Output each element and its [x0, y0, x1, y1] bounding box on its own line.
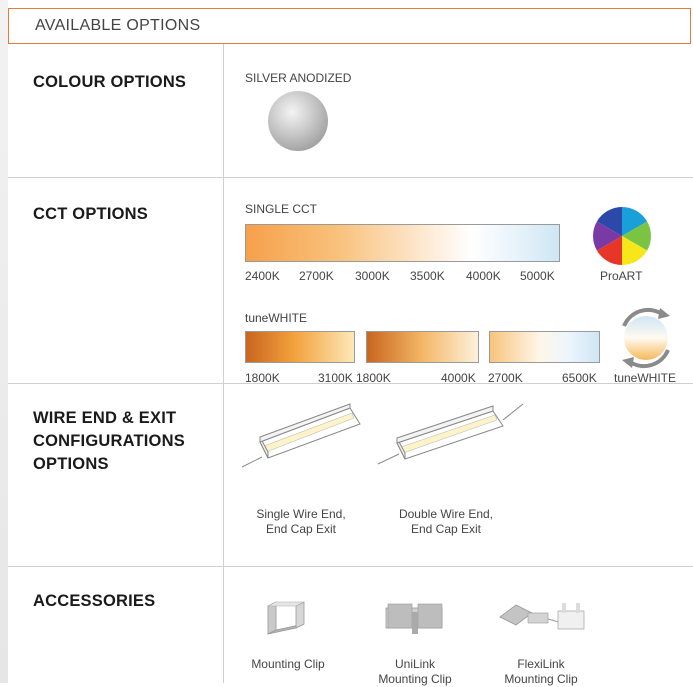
tunewhite-bar-2700-6500: [489, 331, 600, 363]
single-cct-tick: 3000K: [355, 269, 390, 283]
single-wire-end-diagram: [241, 403, 361, 468]
tunewhite-label: tuneWHITE: [245, 311, 308, 325]
caption-line: Double Wire End,: [398, 507, 494, 521]
wire-end-title-line: CONFIGURATIONS: [33, 432, 185, 450]
proart-color-wheel-icon: [593, 207, 651, 265]
wire-end-title-line: OPTIONS: [33, 455, 109, 473]
single-cct-tick: 5000K: [520, 269, 555, 283]
row-divider: [8, 177, 693, 178]
single-cct-tick: 2700K: [299, 269, 334, 283]
double-wire-option-caption: Double Wire End, End Cap Exit: [391, 507, 501, 537]
silver-anodized-swatch: [268, 91, 328, 151]
double-wire-end-diagram: [377, 403, 524, 465]
single-cct-label: SINGLE CCT: [245, 202, 318, 216]
tunewhite-bar-1800-3100: [245, 331, 355, 363]
tunewhite-bar-1800-4000: [366, 331, 479, 363]
colour-options-title: COLOUR OPTIONS: [33, 73, 187, 91]
row-divider: [8, 566, 693, 567]
column-divider: [223, 44, 224, 683]
caption-line: Single Wire End,: [256, 507, 346, 521]
proart-label: ProART: [600, 269, 643, 283]
left-edge-bar: [0, 0, 8, 683]
tunewhite-range-start: 2700K: [488, 371, 523, 385]
caption-line: Mounting Clip: [251, 657, 325, 671]
caption-line: End Cap Exit: [410, 522, 482, 536]
flexilink-mounting-clip-image: [499, 603, 585, 630]
tunewhite-range-end: 3100K: [318, 371, 353, 385]
caption-line: Mounting Clip: [504, 672, 578, 686]
accessories-title: ACCESSORIES: [33, 592, 156, 610]
wire-end-title-line: WIRE END & EXIT: [33, 409, 177, 427]
caption-line: FlexiLink: [517, 657, 565, 671]
tunewhite-range-start: 1800K: [356, 371, 391, 385]
mounting-clip-image: [267, 601, 305, 635]
unilink-mounting-clip-image: [385, 603, 443, 634]
caption-line: End Cap Exit: [265, 522, 337, 536]
single-wire-option-caption: Single Wire End, End Cap Exit: [246, 507, 356, 537]
single-cct-tick: 4000K: [466, 269, 501, 283]
single-cct-gradient-bar: [245, 224, 560, 262]
mounting-clip-caption: Mounting Clip: [238, 657, 338, 672]
single-cct-tick: 2400K: [245, 269, 280, 283]
tunewhite-cycle-icon: [622, 307, 670, 369]
silver-anodized-label: SILVER ANODIZED: [245, 71, 352, 85]
caption-line: Mounting Clip: [378, 672, 452, 686]
tunewhite-range-end: 4000K: [441, 371, 476, 385]
tunewhite-range-end: 6500K: [562, 371, 597, 385]
available-options-header: AVAILABLE OPTIONS: [8, 8, 691, 44]
caption-line: UniLink: [394, 657, 436, 671]
header-title: AVAILABLE OPTIONS: [35, 17, 201, 34]
cct-options-title: CCT OPTIONS: [33, 205, 148, 223]
tunewhite-icon-label: tuneWHITE: [614, 371, 677, 385]
tunewhite-range-start: 1800K: [245, 371, 280, 385]
single-cct-tick: 3500K: [410, 269, 445, 283]
